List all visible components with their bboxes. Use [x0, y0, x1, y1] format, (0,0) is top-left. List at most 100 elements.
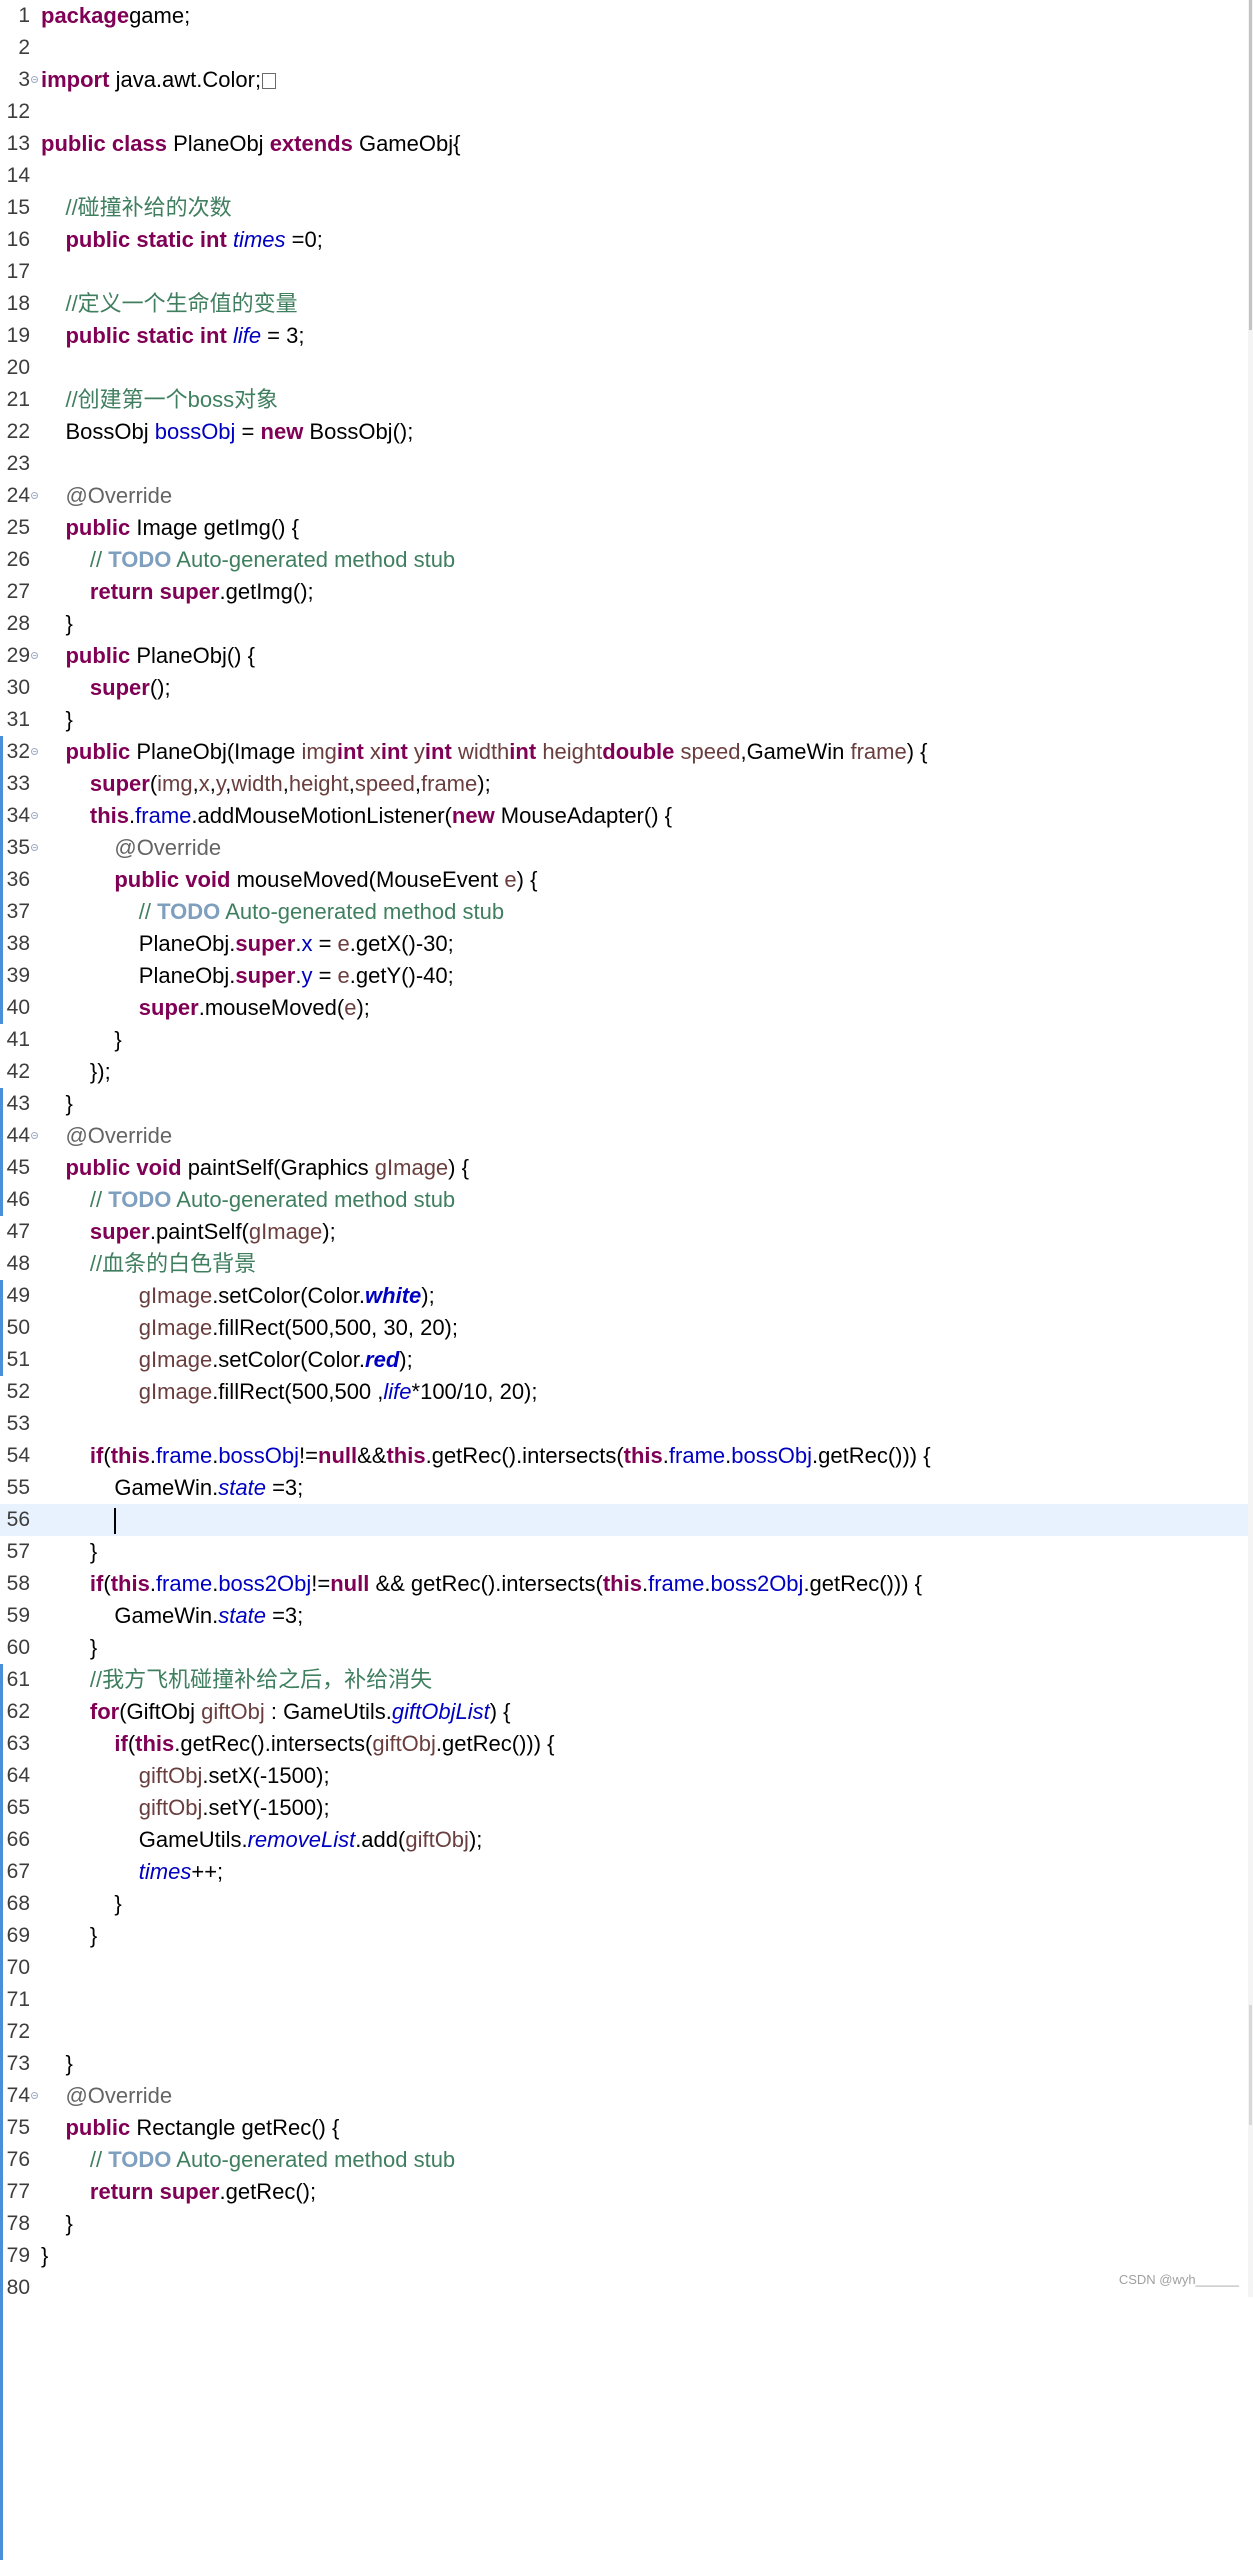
fold-toggle-icon[interactable]: − [31, 652, 38, 660]
code-line[interactable]: 3− import java.awt.Color; [0, 64, 1248, 96]
code-line[interactable]: 31 } [0, 704, 1248, 736]
code-line[interactable]: 56 [0, 1504, 1248, 1536]
code-line[interactable]: 39 PlaneObj.super.y = e.getY()-40; [0, 960, 1248, 992]
code-line[interactable]: 13 public class PlaneObj extends GameObj{ [0, 128, 1248, 160]
code-line[interactable]: 53 [0, 1408, 1248, 1440]
code-line[interactable]: 24− @Override [0, 480, 1248, 512]
code-line[interactable]: 40 super.mouseMoved(e); [0, 992, 1248, 1024]
line-number: 21 [6, 388, 30, 411]
code-line[interactable]: 34− this.frame.addMouseMotionListener(ne… [0, 800, 1248, 832]
code-line[interactable]: 74− @Override [0, 2080, 1248, 2112]
code-text: } [41, 1091, 73, 1116]
code-line[interactable]: 42 }); [0, 1056, 1248, 1088]
code-line[interactable]: 59 GameWin.state =3; [0, 1600, 1248, 1632]
code-line[interactable]: 54 if(this.frame.bossObj!=null&&this.get… [0, 1440, 1248, 1472]
code-editor[interactable]: 1 packagegame; 2 3− import java.awt.Color; 12… [0, 0, 1253, 2560]
code-line[interactable]: 70 [0, 1952, 1248, 1984]
code-line[interactable]: 2 [0, 32, 1248, 64]
code-text: public void paintSelf(Graphics gImage) { [65, 1155, 469, 1180]
line-number: 33 [6, 772, 30, 795]
code-text: giftObj.setY(-1500); [138, 1795, 330, 1820]
code-line[interactable]: 32− public PlaneObj(Image imgint xint yi… [0, 736, 1248, 768]
line-number: 35 [6, 836, 30, 859]
code-line[interactable]: 75 public Rectangle getRec() { [0, 2112, 1248, 2144]
code-line[interactable]: 18 //定义一个生命值的变量 [0, 288, 1248, 320]
code-line[interactable]: 52 gImage.fillRect(500,500 ,life*100/10,… [0, 1376, 1248, 1408]
code-line[interactable]: 29− public PlaneObj() { [0, 640, 1248, 672]
code-line[interactable]: 49 gImage.setColor(Color.white); [0, 1280, 1248, 1312]
code-line[interactable]: 57 } [0, 1536, 1248, 1568]
code-line[interactable]: 14 [0, 160, 1248, 192]
scrollbar-thumb[interactable] [1249, 0, 1252, 330]
code-line[interactable]: 21 //创建第一个boss对象 [0, 384, 1248, 416]
code-line[interactable]: 69 } [0, 1920, 1248, 1952]
code-line[interactable]: 47 super.paintSelf(gImage); [0, 1216, 1248, 1248]
code-line[interactable]: 35− @Override [0, 832, 1248, 864]
collapsed-block-icon[interactable] [262, 73, 277, 90]
code-line[interactable]: 72 [0, 2016, 1248, 2048]
code-line[interactable]: 77 return super.getRec(); [0, 2176, 1248, 2208]
code-line[interactable]: 51 gImage.setColor(Color.red); [0, 1344, 1248, 1376]
code-text: PlaneObj.super.x = e.getX()-30; [41, 931, 454, 956]
code-line[interactable]: 50 gImage.fillRect(500,500, 30, 20); [0, 1312, 1248, 1344]
code-text: //碰撞补给的次数 [65, 195, 232, 220]
code-text: super(img,x,y,width,height,speed,frame); [89, 771, 491, 796]
code-line[interactable]: 48 //血条的白色背景 [0, 1248, 1248, 1280]
code-line[interactable]: 30 super(); [0, 672, 1248, 704]
code-line[interactable]: 36 public void mouseMoved(MouseEvent e) … [0, 864, 1248, 896]
code-line[interactable]: 45 public void paintSelf(Graphics gImage… [0, 1152, 1248, 1184]
code-line[interactable]: 27 return super.getImg(); [0, 576, 1248, 608]
code-line[interactable]: 44− @Override [0, 1120, 1248, 1152]
fold-toggle-icon[interactable]: − [31, 748, 38, 756]
code-text: } [41, 2243, 49, 2268]
code-text: PlaneObj.super.y = e.getY()-40; [41, 963, 454, 988]
code-line[interactable]: 78 } [0, 2208, 1248, 2240]
code-line[interactable]: 19 public static int life = 3; [0, 320, 1248, 352]
code-line[interactable]: 55 GameWin.state =3; [0, 1472, 1248, 1504]
line-number: 68 [6, 1892, 30, 1915]
code-line[interactable]: 58 if(this.frame.boss2Obj!=null && getRe… [0, 1568, 1248, 1600]
code-line[interactable]: 17 [0, 256, 1248, 288]
code-line[interactable]: 41 } [0, 1024, 1248, 1056]
code-line[interactable]: 66 GameUtils.removeList.add(giftObj); [0, 1824, 1248, 1856]
code-line[interactable]: 65 giftObj.setY(-1500); [0, 1792, 1248, 1824]
code-line[interactable]: 33 super(img,x,y,width,height,speed,fram… [0, 768, 1248, 800]
code-line[interactable]: 60 } [0, 1632, 1248, 1664]
code-line[interactable]: 16 public static int times =0; [0, 224, 1248, 256]
code-line[interactable]: 80 [0, 2272, 1248, 2304]
code-line[interactable]: 23 [0, 448, 1248, 480]
fold-toggle-icon[interactable]: − [31, 76, 38, 84]
code-line[interactable]: 20 [0, 352, 1248, 384]
code-text: } [41, 1539, 98, 1564]
code-line[interactable]: 68 } [0, 1888, 1248, 1920]
code-line[interactable]: 22 BossObj bossObj = new BossObj(); [0, 416, 1248, 448]
fold-toggle-icon[interactable]: − [31, 1132, 38, 1140]
code-line[interactable]: 1 packagegame; [0, 0, 1248, 32]
code-line[interactable]: 71 [0, 1984, 1248, 2016]
code-line[interactable]: 12 [0, 96, 1248, 128]
fold-toggle-icon[interactable]: − [31, 2092, 38, 2100]
code-text: } [41, 611, 73, 636]
fold-toggle-icon[interactable]: − [31, 844, 38, 852]
line-number: 56 [6, 1508, 30, 1531]
code-line[interactable]: 38 PlaneObj.super.x = e.getX()-30; [0, 928, 1248, 960]
code-line[interactable]: 28 } [0, 608, 1248, 640]
code-line[interactable]: 76 // TODO Auto-generated method stub [0, 2144, 1248, 2176]
code-line[interactable]: 37 // TODO Auto-generated method stub [0, 896, 1248, 928]
code-line[interactable]: 25 public Image getImg() { [0, 512, 1248, 544]
fold-toggle-icon[interactable]: − [31, 492, 38, 500]
code-line[interactable]: 73 } [0, 2048, 1248, 2080]
code-line[interactable]: 63 if(this.getRec().intersects(giftObj.g… [0, 1728, 1248, 1760]
code-line[interactable]: 15 //碰撞补给的次数 [0, 192, 1248, 224]
code-line[interactable]: 26 // TODO Auto-generated method stub [0, 544, 1248, 576]
code-line[interactable]: 79} [0, 2240, 1248, 2272]
code-line[interactable]: 46 // TODO Auto-generated method stub [0, 1184, 1248, 1216]
code-line[interactable]: 43 } [0, 1088, 1248, 1120]
vertical-scrollbar[interactable] [1248, 0, 1253, 2297]
code-line[interactable]: 61 //我方飞机碰撞补给之后，补给消失 [0, 1664, 1248, 1696]
fold-toggle-icon[interactable]: − [31, 812, 38, 820]
code-line[interactable]: 64 giftObj.setX(-1500); [0, 1760, 1248, 1792]
code-line[interactable]: 62 for(GiftObj giftObj : GameUtils.giftO… [0, 1696, 1248, 1728]
code-line[interactable]: 67 times++; [0, 1856, 1248, 1888]
code-text: super.mouseMoved(e); [138, 995, 370, 1020]
